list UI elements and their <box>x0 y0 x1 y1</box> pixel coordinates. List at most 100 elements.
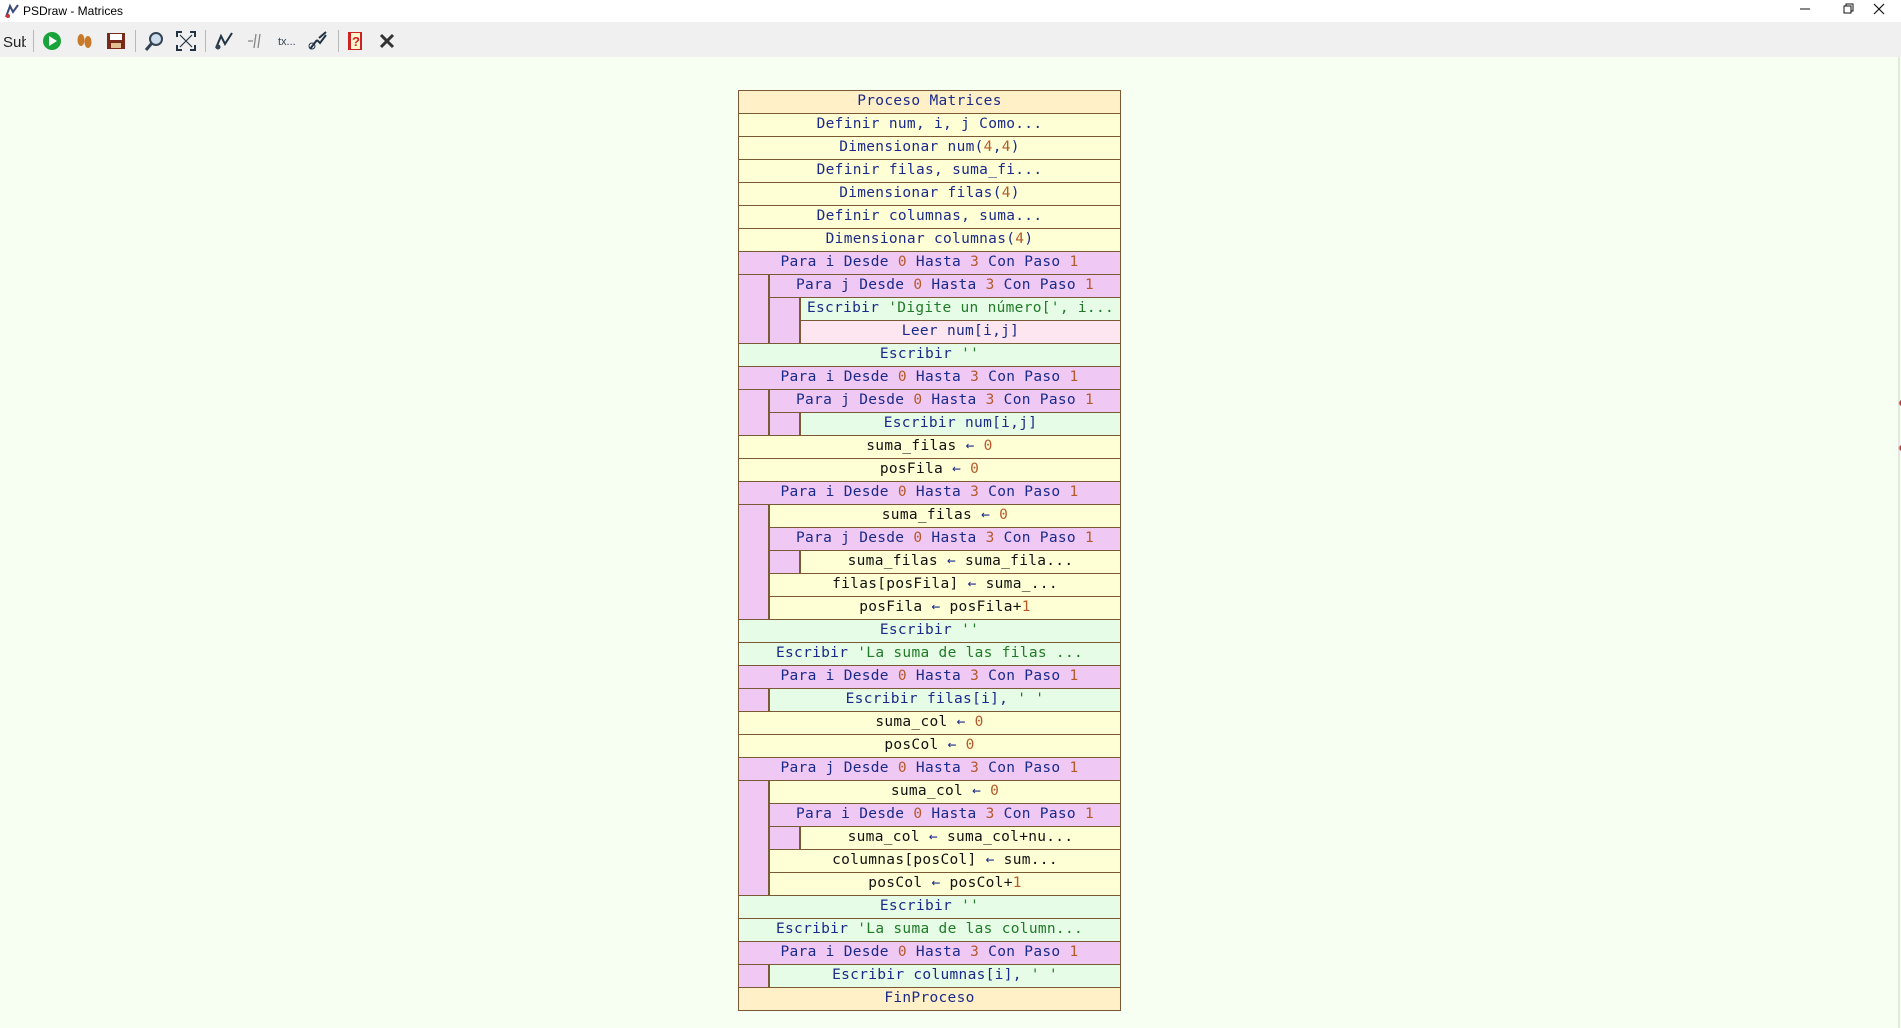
definition-block[interactable]: Definir num, i, j Como... <box>738 113 1121 137</box>
loop-side-bar[interactable] <box>769 412 800 436</box>
assignment-block[interactable]: filas[posFila] ← suma_... <box>769 573 1121 597</box>
process-block[interactable]: FinProceso <box>738 987 1121 1011</box>
block-text-part: Hasta <box>906 369 971 385</box>
write-block[interactable]: Escribir '' <box>738 343 1121 367</box>
zoom-button[interactable] <box>142 28 168 54</box>
for-loop-block[interactable]: Para j Desde 0 Hasta 3 Con Paso 1 <box>769 389 1121 413</box>
for-loop-block[interactable]: Para i Desde 0 Hasta 3 Con Paso 1 <box>738 481 1121 505</box>
sub-button[interactable]: Sub <box>1 28 27 54</box>
process-block[interactable]: Proceso Matrices <box>738 90 1121 114</box>
write-block[interactable]: Escribir num[i,j] <box>800 412 1121 436</box>
toolbar-separator <box>205 30 206 52</box>
block-text-part: 0 <box>974 714 984 730</box>
assignment-block[interactable]: suma_filas ← suma_fila... <box>800 550 1121 574</box>
for-loop-block[interactable]: Para j Desde 0 Hasta 3 Con Paso 1 <box>769 274 1121 298</box>
loop-side-bar[interactable] <box>738 964 769 988</box>
assignment-block[interactable]: suma_col ← 0 <box>769 780 1121 804</box>
for-loop-block[interactable]: Para i Desde 0 Hasta 3 Con Paso 1 <box>738 665 1121 689</box>
block-text-part: 1 <box>1084 530 1094 546</box>
block-text-part: filas[posFila] <box>832 576 968 592</box>
block-text-part: 3 <box>970 369 980 385</box>
save-button[interactable] <box>103 28 129 54</box>
block-text-part: 1 <box>1012 875 1022 891</box>
for-loop-block[interactable]: Para i Desde 0 Hasta 3 Con Paso 1 <box>738 941 1121 965</box>
assignment-block[interactable]: columnas[posCol] ← sum... <box>769 849 1121 873</box>
svg-text:Sub: Sub <box>3 34 26 51</box>
block-text-part: ) <box>1010 139 1020 155</box>
block-text-part: 'Digite un número[', i... <box>888 300 1115 316</box>
block-text-part: Con Paso <box>994 392 1085 408</box>
block-text-part: 3 <box>970 668 980 684</box>
loop-side-bar[interactable] <box>738 274 769 344</box>
write-block[interactable]: Escribir '' <box>738 895 1121 919</box>
assignment-block[interactable]: suma_filas ← 0 <box>769 504 1121 528</box>
loop-side-bar[interactable] <box>738 389 769 436</box>
definition-block[interactable]: Definir columnas, suma... <box>738 205 1121 229</box>
text-button[interactable]: tx... <box>274 28 300 54</box>
assignment-block[interactable]: suma_filas ← 0 <box>738 435 1121 459</box>
assignment-block[interactable]: posFila ← 0 <box>738 458 1121 482</box>
block-text-part: Para j Desde <box>795 277 914 293</box>
block-text-part: , <box>992 139 1002 155</box>
block-text-part: Hasta <box>922 277 986 293</box>
write-block[interactable]: Escribir '' <box>738 619 1121 643</box>
block-text-part <box>961 461 970 477</box>
block-text-part: posFila+ <box>940 599 1022 615</box>
loop-side-bar[interactable] <box>738 780 769 896</box>
assignment-block[interactable]: posCol ← 0 <box>738 734 1121 758</box>
block-text-part: 0 <box>897 668 907 684</box>
definition-block[interactable]: Dimensionar num(4,4) <box>738 136 1121 160</box>
block-text-part: columnas( <box>934 231 1016 247</box>
block-text-part: suma_fila... <box>955 553 1074 569</box>
for-loop-block[interactable]: Para j Desde 0 Hasta 3 Con Paso 1 <box>738 757 1121 781</box>
for-loop-block[interactable]: Para j Desde 0 Hasta 3 Con Paso 1 <box>769 527 1121 551</box>
block-text-part: 1 <box>1069 484 1079 500</box>
write-block[interactable]: Escribir 'La suma de las filas ... <box>738 642 1121 666</box>
write-block[interactable]: Escribir 'Digite un número[', i... <box>800 297 1121 321</box>
block-text-part: Para i Desde <box>780 484 898 500</box>
loop-side-bar[interactable] <box>769 826 800 850</box>
minimize-button[interactable] <box>1783 0 1827 22</box>
block-text-part: FinProceso <box>884 990 975 1006</box>
assignment-block[interactable]: suma_col ← suma_col+nu... <box>800 826 1121 850</box>
definition-block[interactable]: Definir filas, suma_fi... <box>738 159 1121 183</box>
definition-block[interactable]: Dimensionar columnas(4) <box>738 228 1121 252</box>
for-loop-block[interactable]: Para i Desde 0 Hasta 3 Con Paso 1 <box>738 251 1121 275</box>
block-text-part: Para j Desde <box>780 760 898 776</box>
write-block[interactable]: Escribir 'La suma de las column... <box>738 918 1121 942</box>
tools-button[interactable] <box>305 28 331 54</box>
restore-icon <box>1843 3 1854 14</box>
block-text-part: Definir filas, suma_fi... <box>816 162 1043 178</box>
write-block[interactable]: Escribir filas[i], ' ' <box>769 688 1121 712</box>
write-block[interactable]: Escribir columnas[i], ' ' <box>769 964 1121 988</box>
assignment-block[interactable]: suma_col ← 0 <box>738 711 1121 735</box>
loop-side-bar[interactable] <box>769 550 800 574</box>
for-loop-block[interactable]: Para i Desde 0 Hasta 3 Con Paso 1 <box>769 803 1121 827</box>
fit-button[interactable] <box>173 28 199 54</box>
block-text-part: 0 <box>897 369 907 385</box>
edit-flow-button[interactable] <box>211 28 237 54</box>
assignment-block[interactable]: posFila ← posFila+1 <box>769 596 1121 620</box>
save-icon <box>107 33 125 49</box>
block-text-part: Hasta <box>906 254 971 270</box>
psdraw-app-icon <box>5 3 19 18</box>
loop-side-bar[interactable] <box>738 688 769 712</box>
help-button[interactable]: ? <box>343 28 369 54</box>
comment-button[interactable] <box>243 28 269 54</box>
close-diagram-button[interactable] <box>374 28 400 54</box>
for-loop-block[interactable]: Para i Desde 0 Hasta 3 Con Paso 1 <box>738 366 1121 390</box>
definition-block[interactable]: Dimensionar filas(4) <box>738 182 1121 206</box>
assignment-block[interactable]: posCol ← posCol+1 <box>769 872 1121 896</box>
block-text-part: Hasta <box>922 392 986 408</box>
block-text-part: Para i Desde <box>795 806 914 822</box>
footsteps-icon <box>77 34 92 48</box>
diagram-canvas[interactable]: Proceso Matrices Definir num, i, j Como..… <box>0 57 1901 1028</box>
read-block[interactable]: Leer num[i,j] <box>800 320 1121 344</box>
close-window-button[interactable] <box>1857 0 1901 22</box>
loop-side-bar[interactable] <box>769 297 800 344</box>
block-text-part: filas[i], <box>926 691 1018 707</box>
block-text-part: 1 <box>1084 392 1094 408</box>
step-button[interactable] <box>71 28 97 54</box>
run-button[interactable] <box>39 28 65 54</box>
loop-side-bar[interactable] <box>738 504 769 620</box>
